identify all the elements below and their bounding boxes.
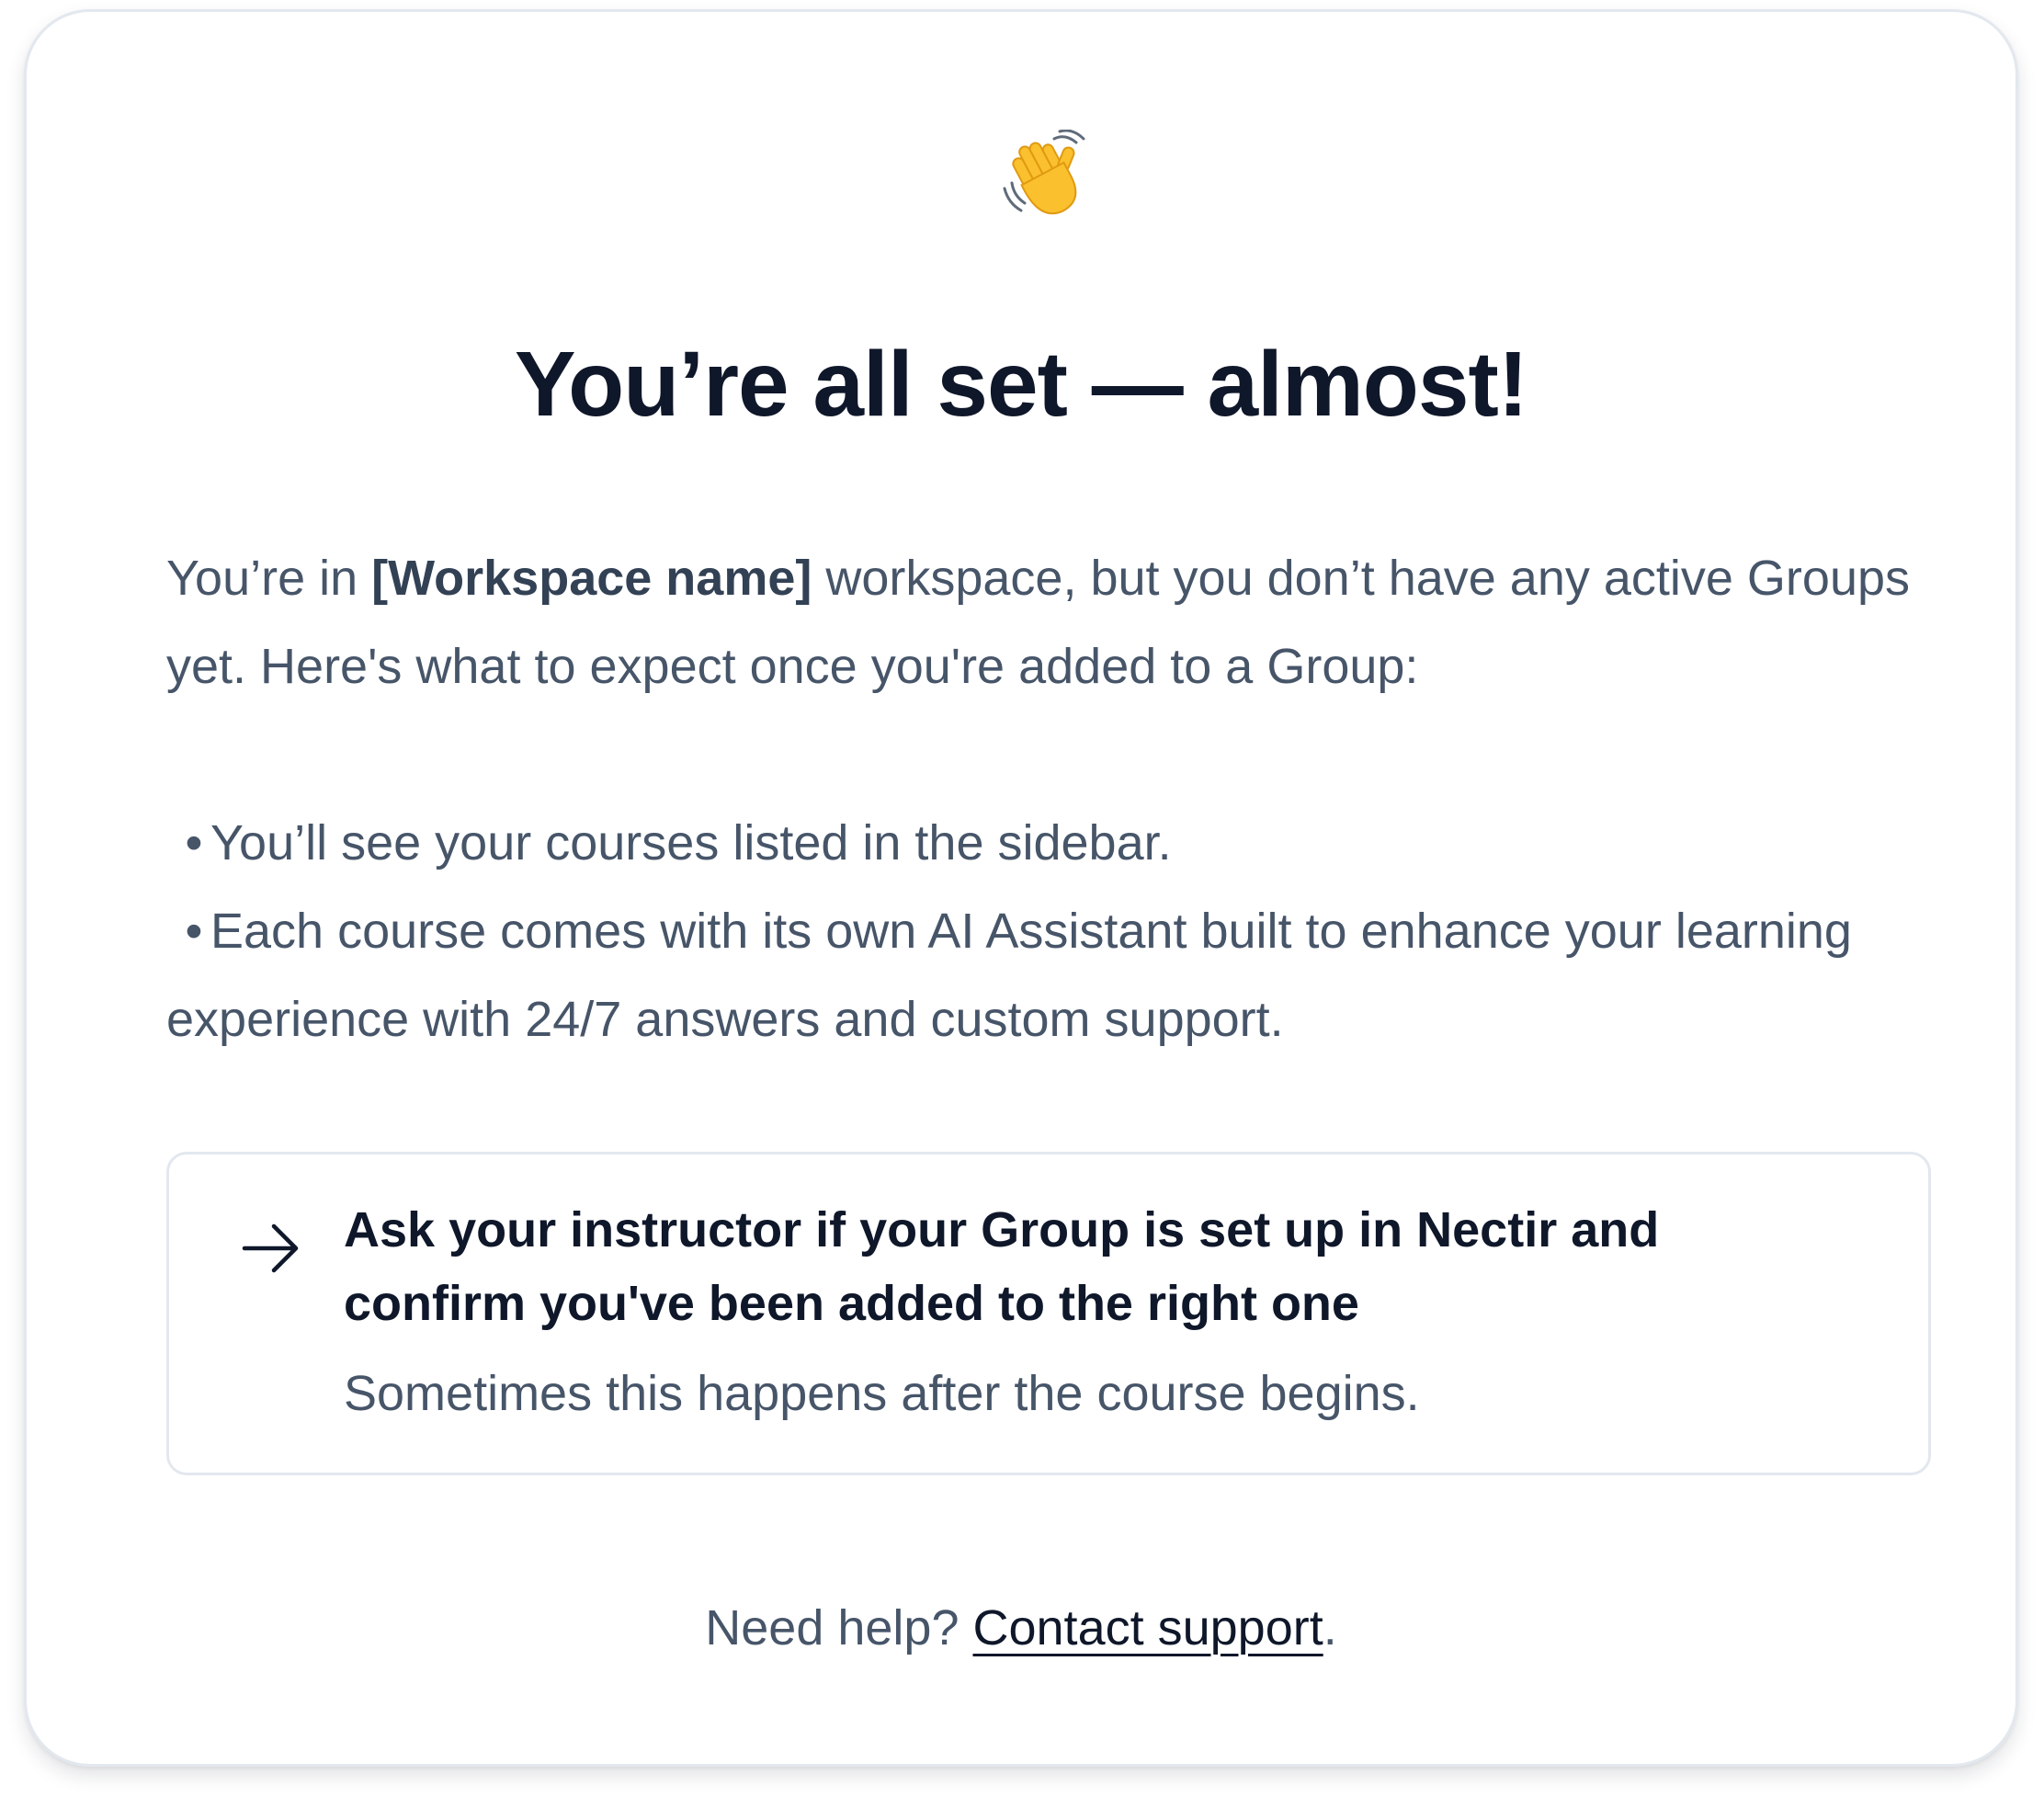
contact-support-link[interactable]: Contact support [973, 1600, 1323, 1655]
bullet-marker: • [185, 904, 203, 959]
intro-prefix: You’re in [166, 551, 372, 606]
list-item-text: You’ll see your courses listed in the si… [210, 815, 1172, 870]
onboarding-card: You’re all set — almost! You’re in [Work… [24, 9, 2018, 1767]
help-prefix: Need help? [705, 1600, 973, 1655]
intro-paragraph: You’re in [Workspace name] workspace, bu… [166, 534, 1931, 711]
help-suffix: . [1323, 1600, 1337, 1655]
workspace-name: [Workspace name] [371, 551, 812, 606]
expectations-list: • You’ll see your courses listed in the s… [166, 799, 1931, 1064]
arrow-right-icon [242, 1223, 299, 1273]
page-title: You’re all set — almost! [514, 333, 1528, 436]
list-item: • You’ll see your courses listed in the s… [166, 799, 1931, 887]
list-item-text: Each course comes with its own AI Assist… [166, 904, 1852, 1047]
bullet-marker: • [185, 815, 203, 870]
next-step-subtitle: Sometimes this happens after the course … [344, 1366, 1420, 1421]
help-line: Need help? Contact support. [27, 1591, 2016, 1665]
next-step-title: Ask your instructor if your Group is set… [344, 1202, 1660, 1331]
list-item: • Each course comes with its own AI Assis… [166, 887, 1931, 1064]
next-step-box: Ask your instructor if your Group is set… [166, 1152, 1931, 1475]
waving-hand-icon [1003, 130, 1085, 215]
